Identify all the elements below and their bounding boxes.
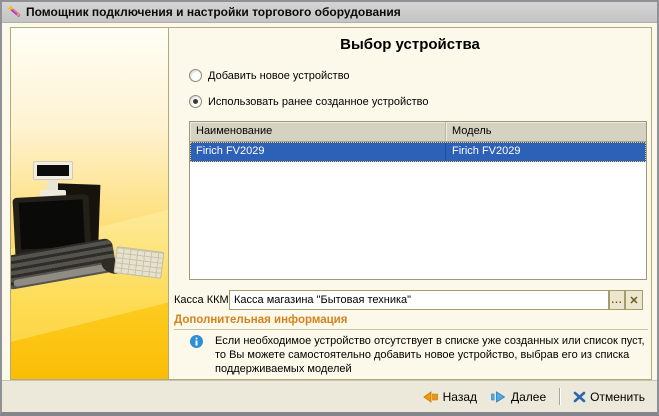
cancel-x-icon [573,391,586,402]
radio-add-new-label: Добавить новое устройство [208,69,350,82]
additional-info-header: Дополнительная информация [174,314,348,326]
numeric-keypad [113,246,165,279]
device-model-cell: Firich FV2029 [452,145,521,157]
next-button[interactable]: Далее [490,390,546,404]
radio-use-existing-label: Использовать ранее созданное устройство [208,95,429,108]
device-row[interactable]: Firich FV2029 Firich FV2029 [190,142,646,162]
radio-add-new[interactable]: Добавить новое устройство [189,69,350,82]
cancel-button[interactable]: Отменить [573,390,645,404]
radio-use-existing[interactable]: Использовать ранее созданное устройство [189,95,429,108]
next-button-label: Далее [511,389,547,404]
magic-wand-icon [7,5,21,17]
pos-equipment-illustration [11,28,169,379]
info-icon [190,335,203,348]
additional-info-text: Если необходимое устройство отсутствует … [215,335,645,375]
next-arrow-icon [491,390,506,403]
title-bar: Помощник подключения и настройки торгово… [2,2,657,23]
wizard-window: Помощник подключения и настройки торгово… [0,0,659,416]
radio-circle [189,95,202,108]
column-header-model[interactable]: Модель [446,122,646,141]
device-name-cell: Firich FV2029 [190,142,446,162]
kkm-clear-button[interactable]: ✕ [625,290,643,310]
device-table-header: Наименование Модель [190,122,646,142]
page-content: Выбор устройства Добавить новое устройст… [169,28,651,379]
customer-display [33,161,73,180]
column-header-name[interactable]: Наименование [190,122,446,141]
additional-info-divider [174,329,648,330]
back-button[interactable]: Назад [422,390,477,404]
cancel-button-label: Отменить [590,389,645,404]
kkm-input[interactable] [229,290,609,310]
device-table[interactable]: Наименование Модель Firich FV2029 Firich… [189,121,647,280]
wizard-page: Выбор устройства Добавить новое устройст… [10,27,652,380]
back-arrow-icon [422,390,438,403]
kkm-browse-button[interactable]: ... [609,290,625,310]
page-title: Выбор устройства [340,36,480,53]
kkm-field-label: Касса ККМ: [174,294,232,306]
footer-button-bar: Назад Далее Отменить [2,380,657,412]
back-button-label: Назад [442,389,477,404]
window-title: Помощник подключения и настройки торгово… [26,5,401,19]
footer-separator [559,388,561,405]
radio-circle [189,69,202,82]
